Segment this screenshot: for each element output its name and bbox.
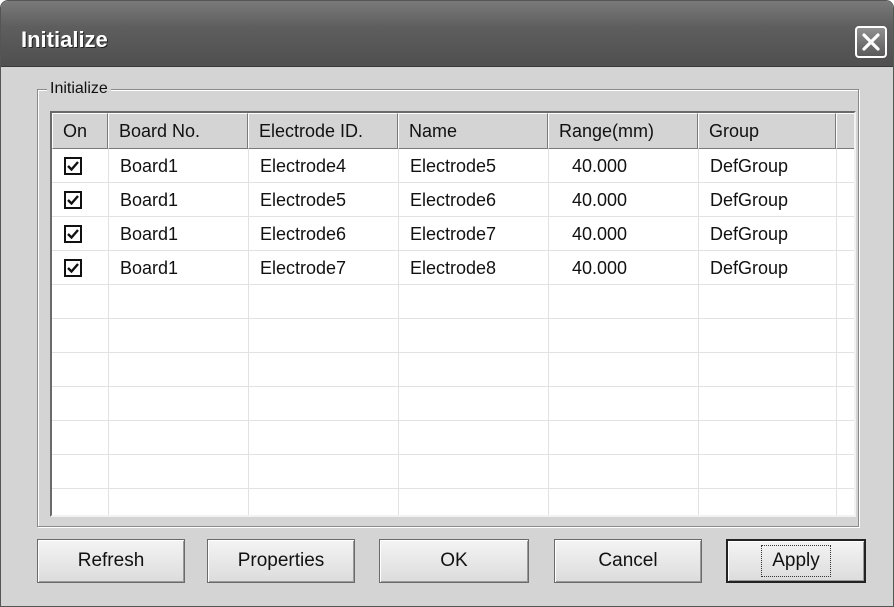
row-checkbox[interactable] bbox=[64, 191, 82, 209]
cell-name: Electrode5 bbox=[410, 156, 497, 176]
cancel-button-label: Cancel bbox=[598, 550, 658, 571]
checkmark-icon bbox=[67, 263, 79, 274]
ok-button[interactable]: OK bbox=[379, 539, 529, 583]
cell-name: Electrode7 bbox=[410, 224, 497, 244]
cell-electrode-id: Electrode7 bbox=[260, 258, 347, 278]
cell-board: Board1 bbox=[120, 224, 179, 244]
column-header-electrode-id[interactable]: Electrode ID. bbox=[248, 113, 398, 149]
cell-range: 40.000 bbox=[572, 190, 628, 210]
cell-group: DefGroup bbox=[710, 156, 789, 176]
checkmark-icon bbox=[67, 229, 79, 240]
column-header-range[interactable]: Range(mm) bbox=[548, 113, 698, 149]
column-header-group[interactable]: Group bbox=[698, 113, 836, 149]
apply-button-label: Apply bbox=[761, 545, 831, 577]
empty-row bbox=[52, 387, 854, 421]
column-header-on[interactable]: On bbox=[52, 113, 108, 149]
cell-range: 40.000 bbox=[572, 156, 628, 176]
title-bar[interactable]: Initialize bbox=[1, 1, 893, 67]
column-header-filler bbox=[836, 113, 854, 149]
properties-button[interactable]: Properties bbox=[207, 539, 355, 583]
row-checkbox[interactable] bbox=[64, 225, 82, 243]
cell-board: Board1 bbox=[120, 258, 179, 278]
empty-row bbox=[52, 353, 854, 387]
window-title: Initialize bbox=[21, 27, 108, 52]
table-row[interactable]: Board1 Electrode4 Electrode5 40.000 DefG… bbox=[52, 149, 854, 183]
column-header-board-no[interactable]: Board No. bbox=[108, 113, 248, 149]
cell-electrode-id: Electrode4 bbox=[260, 156, 347, 176]
cell-electrode-id: Electrode5 bbox=[260, 190, 347, 210]
list-header: On Board No. Electrode ID. Name Range(mm… bbox=[52, 113, 854, 149]
column-header-name[interactable]: Name bbox=[398, 113, 548, 149]
cell-range: 40.000 bbox=[572, 258, 628, 278]
apply-button[interactable]: Apply bbox=[726, 539, 866, 583]
close-button[interactable] bbox=[855, 26, 887, 58]
table-row[interactable]: Board1 Electrode7 Electrode8 40.000 DefG… bbox=[52, 251, 854, 285]
groupbox-label: Initialize bbox=[47, 80, 111, 98]
ok-button-label: OK bbox=[440, 550, 468, 571]
empty-row bbox=[52, 421, 854, 455]
checkmark-icon bbox=[67, 161, 79, 172]
row-checkbox[interactable] bbox=[64, 259, 82, 277]
cell-group: DefGroup bbox=[710, 190, 789, 210]
electrode-list[interactable]: On Board No. Electrode ID. Name Range(mm… bbox=[50, 111, 856, 517]
cell-group: DefGroup bbox=[710, 224, 789, 244]
initialize-dialog: Initialize Initialize On Board No. Elect… bbox=[0, 0, 894, 607]
table-row[interactable]: Board1 Electrode5 Electrode6 40.000 DefG… bbox=[52, 183, 854, 217]
empty-row bbox=[52, 285, 854, 319]
table-row[interactable]: Board1 Electrode6 Electrode7 40.000 DefG… bbox=[52, 217, 854, 251]
cell-name: Electrode6 bbox=[410, 190, 497, 210]
cell-name: Electrode8 bbox=[410, 258, 497, 278]
empty-row bbox=[52, 319, 854, 353]
refresh-button-label: Refresh bbox=[77, 550, 145, 571]
empty-row bbox=[52, 455, 854, 489]
cell-board: Board1 bbox=[120, 156, 179, 176]
cell-electrode-id: Electrode6 bbox=[260, 224, 347, 244]
cancel-button[interactable]: Cancel bbox=[554, 539, 702, 583]
row-checkbox[interactable] bbox=[64, 157, 82, 175]
properties-button-label: Properties bbox=[237, 550, 325, 571]
cell-board: Board1 bbox=[120, 190, 179, 210]
cell-range: 40.000 bbox=[572, 224, 628, 244]
checkmark-icon bbox=[67, 195, 79, 206]
refresh-button[interactable]: Refresh bbox=[37, 539, 185, 583]
close-icon bbox=[862, 33, 880, 51]
cell-group: DefGroup bbox=[710, 258, 789, 278]
